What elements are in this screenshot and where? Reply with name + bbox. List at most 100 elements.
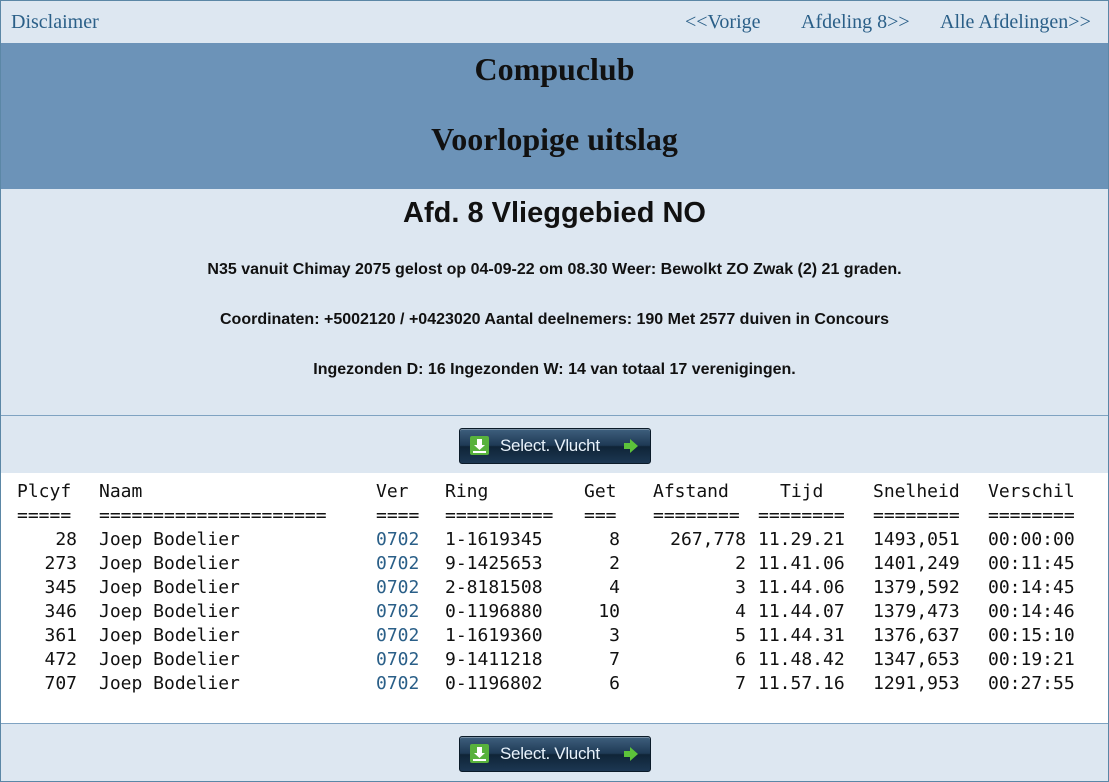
cell-verschil: 00:27:55 (988, 673, 1075, 694)
cell-ring: 9-1425653 (445, 553, 543, 574)
cell-afstand: 5 (735, 625, 746, 646)
table-row: 28 Joep Bodelier 0702 1-1619345 8 267,778 11.2… (1, 529, 1108, 553)
afdeling-link[interactable]: Afdeling 8>> (801, 11, 910, 34)
cell-snelheid: 1493,051 (873, 529, 960, 550)
header-ring: Ring (445, 481, 489, 502)
separator-afstand: ======== (653, 505, 740, 526)
cell-ver[interactable]: 0702 (376, 649, 419, 670)
cell-tijd: 11.44.06 (758, 577, 845, 598)
cell-naam: Joep Bodelier (99, 577, 240, 598)
cell-naam: Joep Bodelier (99, 601, 240, 622)
cell-get: 6 (609, 673, 620, 694)
cell-ring: 0-1196802 (445, 673, 543, 694)
table-row: 707 Joep Bodelier 0702 0-1196802 6 7 11.57.16 1… (1, 673, 1108, 697)
table-row: 361 Joep Bodelier 0702 1-1619360 3 5 11.44.31 1… (1, 625, 1108, 649)
download-icon (470, 436, 489, 455)
table-row: 345 Joep Bodelier 0702 2-8181508 4 3 11.44.06 1… (1, 577, 1108, 601)
club-name: Compuclub (474, 51, 635, 87)
cell-verschil: 00:19:21 (988, 649, 1075, 670)
bottom-button-bar: Select. Vlucht (1, 723, 1108, 781)
cell-snelheid: 1376,637 (873, 625, 960, 646)
cell-verschil: 00:14:45 (988, 577, 1075, 598)
cell-verschil: 00:00:00 (988, 529, 1075, 550)
separator-ring: ========== (445, 505, 554, 526)
top-button-bar: Select. Vlucht (1, 415, 1108, 474)
header-verschil: Verschil (988, 481, 1075, 502)
header-afstand: Afstand (653, 481, 729, 502)
cell-ring: 2-8181508 (445, 577, 543, 598)
separator-tijd: ======== (758, 505, 845, 526)
cell-get: 10 (598, 601, 620, 622)
header-naam: Naam (99, 481, 143, 502)
table-row: 346 Joep Bodelier 0702 0-1196880 10 4 11.44.07… (1, 601, 1108, 625)
race-submissions: Ingezonden D: 16 Ingezonden W: 14 van to… (313, 361, 796, 378)
cell-plcyf: 707 (44, 673, 77, 694)
cell-afstand: 3 (735, 577, 746, 598)
cell-ring: 9-1411218 (445, 649, 543, 670)
results-table: Plcyf Naam Ver Ring Get Afstand Tijd Sne… (1, 473, 1108, 723)
cell-snelheid: 1379,473 (873, 601, 960, 622)
cell-ver[interactable]: 0702 (376, 529, 419, 550)
cell-tijd: 11.29.21 (758, 529, 845, 550)
cell-tijd: 11.44.07 (758, 601, 845, 622)
race-info: Afd. 8 Vlieggebied NO N35 vanuit Chimay … (1, 189, 1108, 415)
arrow-right-icon (623, 746, 639, 767)
header-ver: Ver (376, 481, 409, 502)
race-details: N35 vanuit Chimay 2075 gelost op 04-09-2… (207, 261, 902, 278)
cell-plcyf: 472 (44, 649, 77, 670)
separator-snelheid: ======== (873, 505, 960, 526)
cell-get: 2 (609, 553, 620, 574)
header-tijd: Tijd (780, 481, 824, 502)
header-get: Get (584, 481, 617, 502)
select-flight-label: Select. Vlucht (500, 744, 600, 763)
table-header-row: Plcyf Naam Ver Ring Get Afstand Tijd Sne… (1, 481, 1108, 505)
separator-plcyf: ===== (17, 505, 72, 526)
cell-ver[interactable]: 0702 (376, 673, 419, 694)
cell-ver[interactable]: 0702 (376, 577, 419, 598)
table-row: 273 Joep Bodelier 0702 9-1425653 2 2 11.41.06 1… (1, 553, 1108, 577)
cell-snelheid: 1291,953 (873, 673, 960, 694)
download-icon (470, 744, 489, 763)
cell-ver[interactable]: 0702 (376, 553, 419, 574)
cell-tijd: 11.48.42 (758, 649, 845, 670)
table-row: 472 Joep Bodelier 0702 9-1411218 7 6 11.48.42 1… (1, 649, 1108, 673)
cell-plcyf: 345 (44, 577, 77, 598)
arrow-right-icon (623, 438, 639, 459)
separator-verschil: ======== (988, 505, 1075, 526)
table-separator-row: ===== ===================== ==== =======… (1, 505, 1108, 529)
cell-tijd: 11.57.16 (758, 673, 845, 694)
top-navigation: Disclaimer <<Vorige Afdeling 8>> Alle Af… (1, 1, 1108, 43)
all-afdelingen-link[interactable]: Alle Afdelingen>> (940, 11, 1091, 34)
cell-get: 8 (609, 529, 620, 550)
cell-afstand: 2 (735, 553, 746, 574)
cell-verschil: 00:14:46 (988, 601, 1075, 622)
page-frame: Disclaimer <<Vorige Afdeling 8>> Alle Af… (0, 0, 1109, 782)
cell-ver[interactable]: 0702 (376, 625, 419, 646)
cell-snelheid: 1379,592 (873, 577, 960, 598)
disclaimer-link[interactable]: Disclaimer (11, 11, 99, 34)
cell-ring: 0-1196880 (445, 601, 543, 622)
select-flight-label: Select. Vlucht (500, 436, 600, 455)
cell-verschil: 00:15:10 (988, 625, 1075, 646)
cell-plcyf: 28 (55, 529, 77, 550)
cell-naam: Joep Bodelier (99, 673, 240, 694)
cell-get: 3 (609, 625, 620, 646)
cell-plcyf: 361 (44, 625, 77, 646)
cell-tijd: 11.44.31 (758, 625, 845, 646)
cell-verschil: 00:11:45 (988, 553, 1075, 574)
cell-naam: Joep Bodelier (99, 649, 240, 670)
cell-ring: 1-1619345 (445, 529, 543, 550)
result-status: Voorlopige uitslag (431, 121, 678, 157)
separator-ver: ==== (376, 505, 420, 526)
section-title: Afd. 8 Vlieggebied NO (403, 197, 706, 229)
select-flight-button[interactable]: Select. Vlucht (459, 428, 651, 464)
select-flight-button[interactable]: Select. Vlucht (459, 736, 651, 772)
previous-link[interactable]: <<Vorige (685, 11, 761, 34)
separator-naam: ===================== (99, 505, 327, 526)
cell-afstand: 4 (735, 601, 746, 622)
cell-ver[interactable]: 0702 (376, 601, 419, 622)
header-plcyf: Plcyf (17, 481, 72, 502)
separator-get: === (584, 505, 617, 526)
cell-naam: Joep Bodelier (99, 625, 240, 646)
cell-afstand: 7 (735, 673, 746, 694)
